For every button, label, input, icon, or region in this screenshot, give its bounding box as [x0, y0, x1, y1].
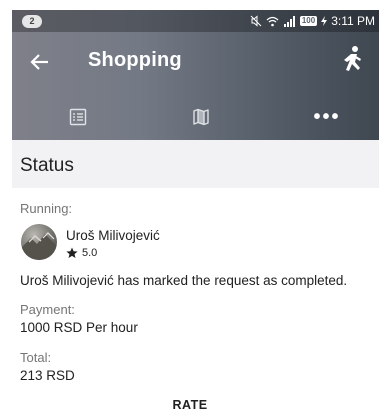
map-icon [193, 108, 209, 126]
total-label: Total: [20, 350, 52, 365]
back-button[interactable] [26, 48, 54, 76]
section-header: Status [12, 140, 379, 188]
tab-bar: ••• [12, 94, 379, 140]
tab-more[interactable]: ••• [313, 104, 341, 130]
status-message: Uroš Milivojević has marked the request … [20, 273, 348, 288]
tab-map[interactable] [187, 104, 215, 130]
rating-value: 5.0 [82, 247, 98, 259]
rate-button[interactable]: RATE [150, 398, 230, 417]
user-rating: 5.0 [66, 247, 97, 259]
more-icon: ••• [313, 105, 341, 128]
app-header: 2 100 3:11 PM Shopping ••• [12, 10, 379, 140]
section-title: Status [20, 155, 74, 176]
wifi-icon [266, 16, 279, 26]
status-clock: 3:11 PM [331, 14, 375, 28]
payment-label: Payment: [20, 302, 75, 317]
battery-indicator: 100 [299, 16, 318, 26]
avatar-image [21, 232, 57, 260]
list-icon [69, 108, 87, 126]
total-value: 213 RSD [20, 368, 75, 383]
system-icons: 100 3:11 PM [250, 13, 375, 29]
arrow-left-icon [30, 54, 48, 70]
app-bar: Shopping [12, 32, 379, 90]
running-label: Running: [20, 201, 73, 216]
star-icon [66, 247, 78, 258]
signal-icon [283, 15, 295, 27]
status-bar: 2 100 3:11 PM [12, 10, 379, 32]
avatar[interactable] [21, 224, 57, 260]
charging-icon [321, 16, 328, 26]
page-title: Shopping [88, 49, 182, 71]
payment-value: 1000 RSD Per hour [20, 320, 138, 335]
user-name: Uroš Milivojević [66, 228, 160, 243]
notification-badge: 2 [22, 15, 42, 28]
running-action-button[interactable] [337, 44, 367, 76]
tab-list[interactable] [64, 104, 92, 130]
running-person-icon [344, 46, 361, 71]
mute-icon [250, 15, 262, 27]
